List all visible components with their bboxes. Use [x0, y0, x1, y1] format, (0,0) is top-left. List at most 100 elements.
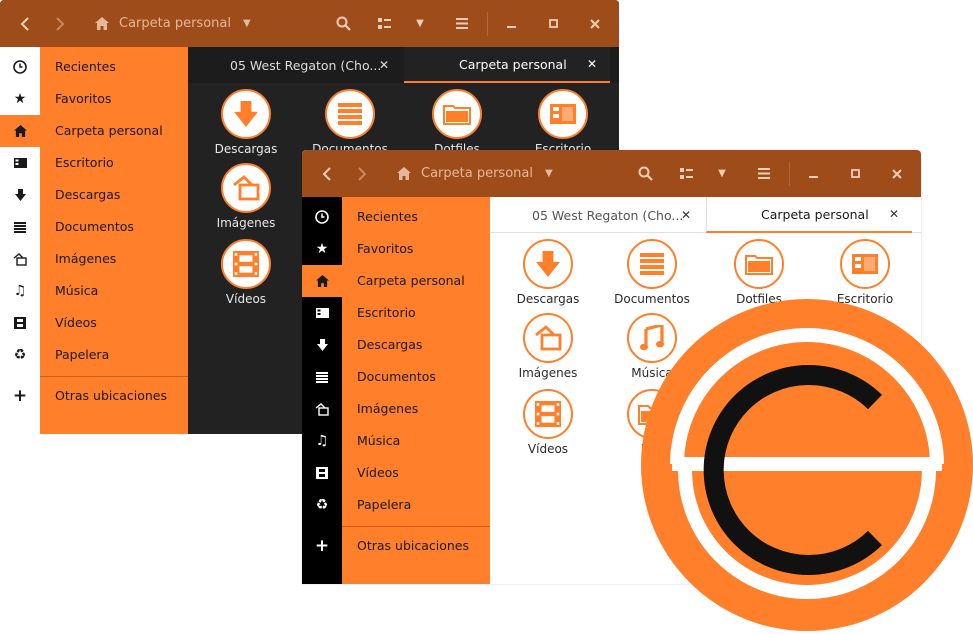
- folder-videos[interactable]: Vídeos: [198, 239, 294, 306]
- chevron-down-icon: ▼: [544, 168, 553, 179]
- chevron-right-icon: [56, 16, 65, 31]
- download-icon[interactable]: [0, 179, 40, 211]
- folder-documentos[interactable]: Documentos: [604, 239, 700, 306]
- documents-icon[interactable]: [302, 361, 342, 393]
- folder-descargas[interactable]: Descargas: [198, 89, 294, 156]
- forward-button[interactable]: [45, 0, 75, 47]
- folder-dotfiles[interactable]: Dotfiles: [711, 239, 807, 306]
- folder-imagenes[interactable]: Imágenes: [500, 313, 596, 380]
- sidebar-item-escritorio[interactable]: Escritorio: [55, 147, 114, 179]
- close-window-button[interactable]: [581, 0, 609, 47]
- sidebar-item-descargas[interactable]: Descargas: [55, 179, 120, 211]
- sidebar-item-otras-ubicaciones[interactable]: Otras ubicaciones: [55, 380, 167, 412]
- music-icon[interactable]: ♫: [0, 275, 40, 307]
- folder-dotfiles[interactable]: Dotfiles: [409, 89, 505, 156]
- close-tab-icon[interactable]: ✕: [379, 58, 389, 72]
- sidebar-item-escritorio[interactable]: Escritorio: [357, 297, 416, 329]
- sidebar-item-favoritos[interactable]: Favoritos: [55, 83, 111, 115]
- view-options-button[interactable]: ▼: [408, 0, 432, 47]
- sidebar-item-papelera[interactable]: Papelera: [357, 489, 411, 521]
- videos-icon[interactable]: [0, 307, 40, 339]
- tab-music-folder[interactable]: 05 West Regaton (Cho... ✕: [490, 197, 705, 233]
- home-icon: [397, 167, 411, 180]
- minimize-button[interactable]: [497, 0, 525, 47]
- close-tab-icon[interactable]: ✕: [889, 207, 899, 221]
- folder-imagenes[interactable]: Imágenes: [198, 163, 294, 230]
- home-icon[interactable]: [0, 115, 40, 147]
- path-bar[interactable]: Carpeta personal ▼: [397, 150, 553, 197]
- tab-carpeta-personal[interactable]: Carpeta personal ✕: [404, 47, 610, 83]
- sidebar-item-videos[interactable]: Vídeos: [357, 457, 399, 489]
- search-button[interactable]: [630, 150, 660, 197]
- search-button[interactable]: [328, 0, 358, 47]
- pictures-folder-icon: [221, 163, 271, 213]
- tab-carpeta-personal[interactable]: Carpeta personal ✕: [706, 197, 912, 233]
- music-icon[interactable]: ♫: [302, 425, 342, 457]
- sidebar-item-favoritos[interactable]: Favoritos: [357, 233, 413, 265]
- sidebar-item-papelera[interactable]: Papelera: [55, 339, 109, 371]
- sidebar-item-recientes[interactable]: Recientes: [357, 201, 418, 233]
- sidebar-item-musica[interactable]: Música: [357, 425, 400, 457]
- theme-logo: [641, 299, 973, 631]
- sidebar-item-imagenes[interactable]: Imágenes: [357, 393, 418, 425]
- close-tab-icon[interactable]: ✕: [681, 208, 691, 222]
- sidebar-item-musica[interactable]: Música: [55, 275, 98, 307]
- close-tab-icon[interactable]: ✕: [587, 57, 597, 71]
- tab-bar: 05 West Regaton (Cho... ✕ Carpeta person…: [188, 47, 619, 83]
- home-icon[interactable]: [302, 265, 342, 297]
- pictures-folder-icon: [523, 313, 573, 363]
- clock-icon[interactable]: [302, 201, 342, 233]
- header-separator: [487, 12, 488, 36]
- header-bar: Carpeta personal ▼ ▼: [0, 0, 619, 47]
- view-mode-button[interactable]: [370, 0, 398, 47]
- maximize-icon: [548, 19, 558, 28]
- pictures-icon[interactable]: [302, 393, 342, 425]
- list-view-icon: [679, 168, 693, 179]
- clock-icon[interactable]: [0, 51, 40, 83]
- videos-icon[interactable]: [302, 457, 342, 489]
- folder-documentos[interactable]: Documentos: [302, 89, 398, 156]
- tab-bar: 05 West Regaton (Cho... ✕ Carpeta person…: [490, 197, 921, 233]
- sidebar-item-otras-ubicaciones[interactable]: Otras ubicaciones: [357, 530, 469, 562]
- menu-button[interactable]: [448, 0, 476, 47]
- sidebar-item-videos[interactable]: Vídeos: [55, 307, 97, 339]
- sidebar-item-carpeta-personal[interactable]: Carpeta personal: [357, 265, 465, 297]
- maximize-button[interactable]: [841, 150, 869, 197]
- plus-icon[interactable]: +: [302, 530, 342, 562]
- download-icon[interactable]: [302, 329, 342, 361]
- folder-descargas[interactable]: Descargas: [500, 239, 596, 306]
- folder-label: Vídeos: [527, 442, 569, 456]
- maximize-icon: [850, 169, 860, 178]
- close-window-button[interactable]: [883, 150, 911, 197]
- view-options-button[interactable]: ▼: [710, 150, 734, 197]
- trash-icon[interactable]: ♻: [302, 489, 342, 521]
- desktop-icon[interactable]: [302, 297, 342, 329]
- maximize-button[interactable]: [539, 0, 567, 47]
- sidebar-item-documentos[interactable]: Documentos: [357, 361, 436, 393]
- sidebar-item-descargas[interactable]: Descargas: [357, 329, 422, 361]
- plus-icon[interactable]: +: [0, 380, 40, 412]
- documents-icon[interactable]: [0, 211, 40, 243]
- star-icon[interactable]: ★: [302, 233, 342, 265]
- videos-folder-icon: [221, 239, 271, 289]
- trash-icon[interactable]: ♻: [0, 339, 40, 371]
- folder-escritorio[interactable]: Escritorio: [515, 89, 611, 156]
- view-mode-button[interactable]: [672, 150, 700, 197]
- back-button[interactable]: [10, 0, 40, 47]
- path-bar[interactable]: Carpeta personal ▼: [95, 0, 251, 47]
- forward-button[interactable]: [347, 150, 377, 197]
- sidebar-item-recientes[interactable]: Recientes: [55, 51, 116, 83]
- places-icon-strip: ★ ♫ ♻ +: [0, 47, 40, 434]
- folder-escritorio[interactable]: Escritorio: [817, 239, 913, 306]
- folder-videos[interactable]: Vídeos: [500, 389, 596, 456]
- sidebar-item-documentos[interactable]: Documentos: [55, 211, 134, 243]
- pictures-icon[interactable]: [0, 243, 40, 275]
- star-icon[interactable]: ★: [0, 83, 40, 115]
- desktop-icon[interactable]: [0, 147, 40, 179]
- back-button[interactable]: [312, 150, 342, 197]
- sidebar-item-imagenes[interactable]: Imágenes: [55, 243, 116, 275]
- minimize-button[interactable]: [799, 150, 827, 197]
- menu-button[interactable]: [750, 150, 778, 197]
- sidebar-item-carpeta-personal[interactable]: Carpeta personal: [55, 115, 163, 147]
- tab-music-folder[interactable]: 05 West Regaton (Cho... ✕: [188, 47, 403, 83]
